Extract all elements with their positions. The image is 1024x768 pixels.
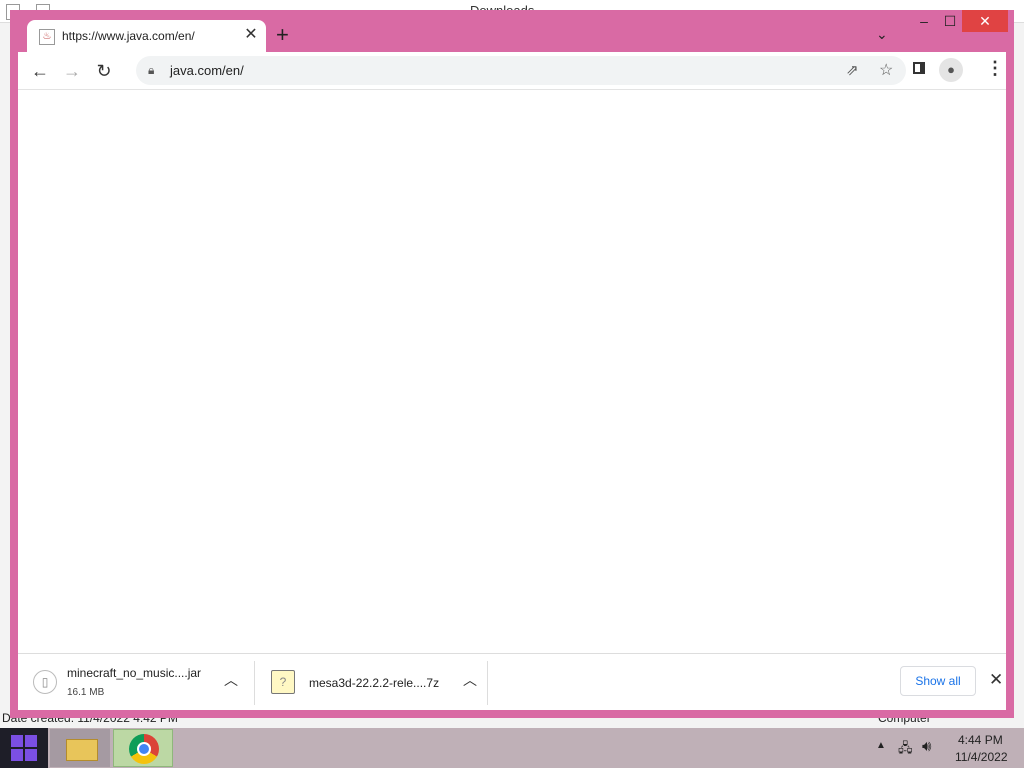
new-tab-button[interactable]: + [276,24,289,46]
show-hidden-icons-icon[interactable]: ▲ [876,740,886,751]
kebab-menu-icon[interactable]: ⋮ [986,58,1004,79]
side-panel-icon[interactable] [913,62,925,74]
file-icon: ▯ [33,670,57,694]
download-size: 16.1 MB [67,687,105,698]
address-bar[interactable]: 🔒︎ java.com/en/ ⇗ ☆ [136,56,906,85]
archive-icon: ? [271,670,295,694]
reload-icon[interactable]: ↻ [91,58,117,84]
chrome-window: ♨ https://www.java.com/en/ ✕ + ⌄ – ☐ ✕ ←… [10,10,1014,718]
network-icon[interactable]: 🖧︎ [898,739,913,761]
folder-icon [66,739,98,761]
download-bar: ▯ minecraft_no_music....jar 16.1 MB ︿ ? … [18,653,1006,710]
download-item[interactable]: ▯ minecraft_no_music....jar 16.1 MB ︿ [18,654,254,710]
browser-tab[interactable]: ♨ https://www.java.com/en/ ✕ [27,20,266,52]
window-close-button[interactable]: ✕ [962,10,1008,32]
tab-close-icon[interactable]: ✕ [241,25,261,45]
taskbar-chrome[interactable] [113,729,173,767]
clock-time[interactable]: 4:44 PM [958,733,1003,747]
forward-arrow-icon[interactable]: → [59,58,85,84]
back-arrow-icon[interactable]: ← [27,58,53,84]
download-filename: minecraft_no_music....jar [67,666,202,680]
lock-icon[interactable]: 🔒︎ [148,63,154,78]
chevron-up-icon[interactable]: ︿ [463,670,477,690]
clock-date[interactable]: 11/4/2022 [955,750,1008,764]
browser-toolbar: ← → ↻ 🔒︎ java.com/en/ ⇗ ☆ ● ⋮ [18,52,1006,89]
show-all-button[interactable]: Show all [900,666,976,696]
divider [487,661,488,705]
download-item[interactable]: ? mesa3d-22.2.2-rele....7z ︿ [255,654,487,710]
url-text[interactable]: java.com/en/ [170,63,244,78]
close-icon[interactable]: ✕ [989,670,1003,690]
windows-logo-icon [11,735,37,761]
volume-icon[interactable]: 🔊︎ [922,738,931,755]
java-icon: ♨ [39,29,55,45]
chevron-up-icon[interactable]: ︿ [224,670,238,690]
chrome-icon [129,734,159,764]
start-button[interactable] [0,728,48,768]
taskbar-file-explorer[interactable] [50,729,110,767]
download-filename: mesa3d-22.2.2-rele....7z [309,676,440,690]
taskbar: ▲ 🖧︎ 🔊︎ 4:44 PM 11/4/2022 [0,728,1024,768]
share-icon[interactable]: ⇗ [846,61,859,79]
page-content [18,89,1006,653]
tab-title: https://www.java.com/en/ [62,29,195,43]
tab-search-chevron-icon[interactable]: ⌄ [876,26,888,43]
profile-avatar-icon[interactable]: ● [939,58,963,82]
bookmark-star-icon[interactable]: ☆ [879,60,893,80]
